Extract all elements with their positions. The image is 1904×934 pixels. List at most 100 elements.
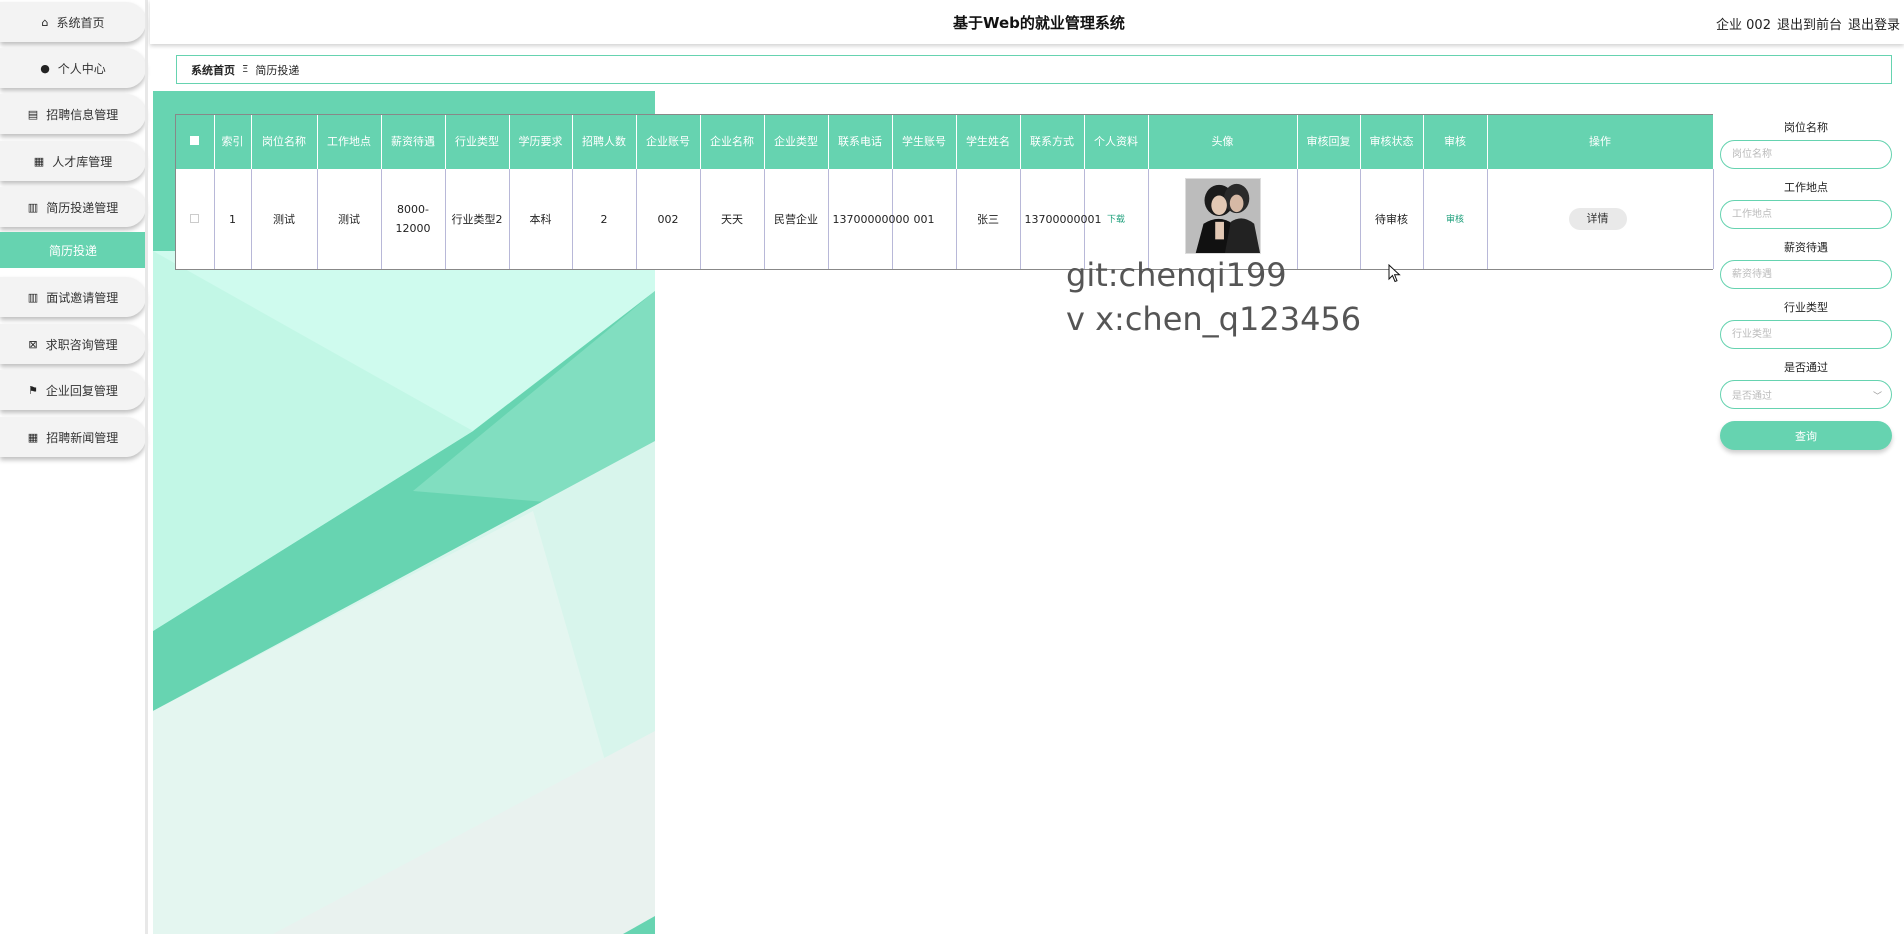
column-header: 索引 xyxy=(214,115,252,169)
column-header: 审核 xyxy=(1423,115,1488,169)
sidebar-subitem-label: 简历投递 xyxy=(48,243,97,258)
app-title: 基于Web的就业管理系统 xyxy=(953,14,1125,32)
sidebar-item-label: 企业回复管理 xyxy=(45,383,118,398)
row-select-cell xyxy=(176,169,215,269)
detail-button[interactable]: 详情 xyxy=(1568,207,1627,230)
cell-company-account: 002 xyxy=(636,169,701,269)
cell-education: 本科 xyxy=(509,169,573,269)
column-header: 审核回复 xyxy=(1297,115,1361,169)
sidebar-item-news[interactable]: ▦ 招聘新闻管理 xyxy=(0,417,146,457)
download-resume-link[interactable]: 下载 xyxy=(1107,215,1125,225)
sidebar-item-consult[interactable]: ⊠ 求职咨询管理 xyxy=(0,324,146,364)
search-label-passed: 是否通过 xyxy=(1784,361,1828,374)
breadcrumb-current: 简历投递 xyxy=(255,63,300,77)
cell-review-status: 待审核 xyxy=(1360,169,1424,269)
cell-contact: 13700000001 xyxy=(1020,169,1101,269)
clipboard-icon: ▥ xyxy=(27,200,39,214)
sidebar-item-label: 个人中心 xyxy=(57,61,106,76)
cell-index: 1 xyxy=(214,169,252,269)
sidebar-subitem-resume-delivery[interactable]: 简历投递 xyxy=(0,232,146,268)
logout-link[interactable]: 退出登录 xyxy=(1848,14,1900,33)
cell-operation: 详情 xyxy=(1487,169,1714,269)
column-header: 个人资料 xyxy=(1084,115,1149,169)
cell-location: 测试 xyxy=(317,169,382,269)
avatar[interactable] xyxy=(1184,178,1261,254)
column-header: 企业名称 xyxy=(700,115,765,169)
search-label-industry: 行业类型 xyxy=(1784,301,1828,314)
breadcrumb: 系统首页 Ξ 简历投递 xyxy=(176,55,1892,84)
search-group-industry: 行业类型 xyxy=(1720,300,1892,360)
cell-industry: 行业类型2 xyxy=(445,169,510,269)
select-all-checkbox[interactable] xyxy=(190,136,200,145)
salary-input[interactable] xyxy=(1720,260,1892,289)
header-links: 企业 002 退出到前台 退出登录 xyxy=(1716,14,1900,33)
search-button[interactable]: 查询 xyxy=(1720,421,1892,450)
column-header: 学历要求 xyxy=(509,115,573,169)
sidebar-item-label: 求职咨询管理 xyxy=(45,337,118,352)
cell-review-reply xyxy=(1297,169,1361,269)
column-header: 联系方式 xyxy=(1020,115,1085,169)
table-row: 1 测试 测试 8000-12000 行业类型2 本科 2 002 天天 民营企… xyxy=(176,169,1714,269)
location-input[interactable] xyxy=(1720,200,1892,229)
sidebar: ⌂ 系统首页 ● 个人中心 ▤ 招聘信息管理 ▦ 人才库管理 ▥ 简历投递管理 … xyxy=(0,0,148,934)
cell-headcount: 2 xyxy=(572,169,637,269)
cell-company-type: 民营企业 xyxy=(764,169,829,269)
search-group-location: 工作地点 xyxy=(1720,180,1892,240)
sidebar-item-profile[interactable]: ● 个人中心 xyxy=(0,48,146,88)
column-header: 企业类型 xyxy=(764,115,829,169)
sidebar-item-recruitment[interactable]: ▤ 招聘信息管理 xyxy=(0,94,146,134)
column-header: 薪资待遇 xyxy=(381,115,446,169)
search-label-job-name: 岗位名称 xyxy=(1784,121,1828,134)
column-header: 岗位名称 xyxy=(251,115,318,169)
column-header: 操作 xyxy=(1487,115,1714,169)
mouse-cursor-icon xyxy=(1388,264,1401,283)
back-to-front-link[interactable]: 退出到前台 xyxy=(1777,14,1842,33)
sidebar-item-label: 简历投递管理 xyxy=(46,200,119,215)
chevron-down-icon: ﹀ xyxy=(1872,392,1882,402)
select-all-header xyxy=(176,115,215,169)
data-table: 索引 岗位名称 工作地点 薪资待遇 行业类型 学历要求 招聘人数 企业账号 企业… xyxy=(176,115,1714,269)
passed-select-value[interactable]: 是否通过 xyxy=(1720,380,1892,409)
industry-input[interactable] xyxy=(1720,320,1892,349)
passed-select[interactable]: 是否通过 ﹀ xyxy=(1720,380,1892,409)
sidebar-item-resume[interactable]: ▥ 简历投递管理 xyxy=(0,187,146,227)
search-label-location: 工作地点 xyxy=(1784,181,1828,194)
row-checkbox[interactable] xyxy=(190,213,200,223)
grid-icon: ▦ xyxy=(33,154,45,168)
column-header: 企业账号 xyxy=(636,115,701,169)
search-group-salary: 薪资待遇 xyxy=(1720,240,1892,300)
sidebar-item-home[interactable]: ⌂ 系统首页 xyxy=(0,2,146,42)
cell-salary: 8000-12000 xyxy=(381,169,446,269)
sidebar-item-reply[interactable]: ⚑ 企业回复管理 xyxy=(0,370,146,410)
sidebar-item-label: 招聘新闻管理 xyxy=(46,430,119,445)
sidebar-item-label: 招聘信息管理 xyxy=(46,107,119,122)
column-header: 行业类型 xyxy=(445,115,510,169)
review-link[interactable]: 审核 xyxy=(1446,215,1464,225)
column-header: 审核状态 xyxy=(1360,115,1424,169)
watermark-line-2: v x:chen_q123456 xyxy=(1066,300,1362,338)
cell-company-name: 天天 xyxy=(700,169,765,269)
top-header: 基于Web的就业管理系统 企业 002 退出到前台 退出登录 xyxy=(150,0,1904,44)
briefcase-icon: ▤ xyxy=(27,107,39,121)
box-x-icon: ⊠ xyxy=(28,337,38,351)
sidebar-item-label: 系统首页 xyxy=(56,15,105,30)
breadcrumb-home[interactable]: 系统首页 xyxy=(191,62,235,78)
column-header: 工作地点 xyxy=(317,115,382,169)
flag-icon: ⚑ xyxy=(28,383,38,397)
cell-avatar xyxy=(1148,169,1298,269)
cell-review-action: 审核 xyxy=(1423,169,1488,269)
breadcrumb-separator: Ξ xyxy=(242,64,249,75)
sidebar-item-interview[interactable]: ▥ 面试邀请管理 xyxy=(0,277,146,317)
column-header: 联系电话 xyxy=(828,115,893,169)
user-icon: ● xyxy=(40,61,50,75)
search-group-passed: 是否通过 是否通过 ﹀ xyxy=(1720,360,1892,420)
sidebar-item-talent[interactable]: ▦ 人才库管理 xyxy=(0,141,146,181)
current-user: 企业 002 xyxy=(1716,18,1771,33)
home-icon: ⌂ xyxy=(41,15,49,29)
job-name-input[interactable] xyxy=(1720,140,1892,169)
cell-phone: 13700000000 xyxy=(828,169,909,269)
search-group-job-name: 岗位名称 xyxy=(1720,120,1892,180)
cell-job-name: 测试 xyxy=(251,169,318,269)
grid-icon: ▦ xyxy=(27,430,39,444)
sidebar-item-label: 人才库管理 xyxy=(52,154,113,169)
